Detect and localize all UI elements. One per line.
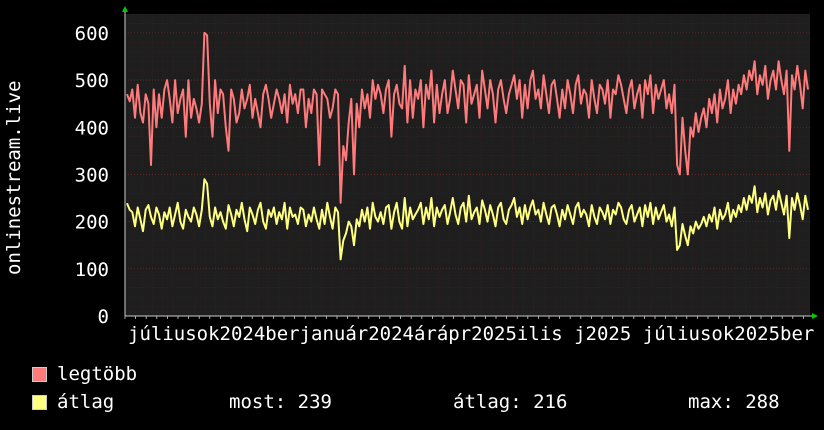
stat-max: max: 288 xyxy=(688,391,780,413)
y-axis-label: onlinestream.live xyxy=(3,81,25,275)
legend-label-legtobb: legtöbb xyxy=(57,363,138,385)
legend-item-atlag: átlag xyxy=(32,391,114,413)
x-axis-arrow xyxy=(812,313,818,319)
stat-most: most: 239 xyxy=(229,391,332,413)
stat-most-value: 239 xyxy=(297,391,332,413)
legend-swatch-atlag xyxy=(32,395,47,410)
y-tick-label-100: 100 xyxy=(75,259,109,281)
stat-avg: átlag: 216 xyxy=(453,391,567,413)
legend-label-atlag: átlag xyxy=(57,391,115,413)
stat-most-label: most: xyxy=(229,391,287,413)
grid xyxy=(125,13,810,317)
y-axis-ticks: 0 100 200 300 400 500 600 xyxy=(75,23,109,328)
stat-avg-label: átlag: xyxy=(453,391,522,413)
legend-item-legtobb: legtöbb xyxy=(32,363,137,385)
legend-swatch-legtobb xyxy=(32,367,47,382)
stat-avg-value: 216 xyxy=(533,391,568,413)
stat-max-label: max: xyxy=(688,391,734,413)
y-axis-label-container: onlinestream.live xyxy=(3,81,25,275)
y-axis-arrow xyxy=(122,6,128,12)
x-tick-labels: júliusok2024berjanuár2024árápr2025ilis j… xyxy=(128,323,824,345)
y-tick-label-600: 600 xyxy=(75,23,109,45)
y-tick-label-300: 300 xyxy=(75,164,109,186)
y-tick-label-400: 400 xyxy=(75,117,109,139)
y-tick-label-0: 0 xyxy=(98,306,109,328)
y-tick-label-500: 500 xyxy=(75,70,109,92)
stat-max-value: 288 xyxy=(745,391,780,413)
y-tick-label-200: 200 xyxy=(75,212,109,234)
